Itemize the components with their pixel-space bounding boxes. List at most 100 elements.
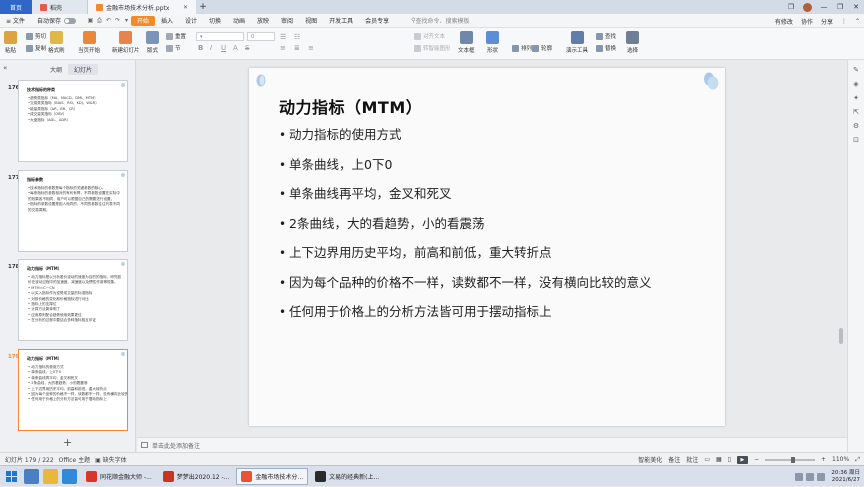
normal-view-icon[interactable]: ▭ — [704, 456, 710, 463]
menu-design[interactable]: 设计 — [179, 16, 203, 25]
collapse-panel-icon[interactable]: « — [3, 64, 7, 72]
transition-icon[interactable]: ⊡ — [852, 136, 860, 144]
new-tab-button[interactable]: + — [196, 0, 210, 14]
collaborate-button[interactable]: 协作 — [801, 17, 813, 26]
smart-beautify-button[interactable]: 智能美化 — [638, 455, 662, 464]
menu-transition[interactable]: 切换 — [203, 16, 227, 25]
avatar[interactable] — [803, 2, 812, 12]
paste-button[interactable]: 粘贴 — [4, 31, 17, 54]
comments-button[interactable]: 批注 — [686, 455, 698, 464]
notes-bar[interactable]: 单击此处添加备注 — [137, 437, 847, 452]
presentation-tools-button[interactable]: 演示工具 — [566, 31, 588, 54]
align-right-icon[interactable]: ≡ — [308, 44, 314, 52]
align-center-icon[interactable]: ≣ — [294, 44, 300, 52]
select-button[interactable]: 选择 — [626, 31, 639, 54]
cut-button[interactable]: 剪切 — [26, 32, 46, 40]
menu-insert[interactable]: 插入 — [155, 16, 179, 25]
slide-thumbnail-176[interactable]: 技术指标的种类 •趋势类指标（MA、MACD、DMI、MTM） •交易类类指标（… — [18, 80, 128, 162]
font-color-icon[interactable]: A — [233, 44, 238, 52]
taskbar-app-document[interactable]: 文易的经典新(上... — [311, 468, 383, 485]
slide-thumbnail-179[interactable]: 动力指标（MTM） • 动力指标的使用方式 • 单条曲线，上0下0 • 单条曲线… — [18, 349, 128, 431]
italic-icon[interactable]: I — [210, 44, 212, 52]
menu-review[interactable]: 审阅 — [275, 16, 299, 25]
convert-smartart-button[interactable]: 转智能图形 — [414, 44, 451, 52]
align-text-button[interactable]: 对齐文本 — [414, 32, 445, 40]
menu-animation[interactable]: 动画 — [227, 16, 251, 25]
slide-thumbnail-177[interactable]: 指标参数 •技术指标的参数是每个指标的关键参数的核心。 •每条指标的参数相对的有… — [18, 170, 128, 252]
taskbar-app-dream[interactable]: 梦梦出2020.12 -... — [159, 468, 234, 485]
tab-docer[interactable]: 稻壳 — [32, 0, 88, 14]
menu-member[interactable]: 会员专享 — [359, 16, 395, 25]
align-left-icon[interactable]: ≡ — [280, 44, 286, 52]
font-family-select[interactable]: ▾ — [196, 32, 244, 41]
new-slide-button[interactable]: 新建幻灯片 — [112, 31, 140, 54]
menu-developer[interactable]: 开发工具 — [323, 16, 359, 25]
format-painter-button[interactable]: 格式刷 — [48, 31, 65, 54]
strikethrough-icon[interactable]: S — [245, 44, 249, 52]
tab-home[interactable]: 首页 — [0, 0, 32, 14]
modified-status[interactable]: 有修改 — [775, 17, 793, 26]
copy-button[interactable]: 复制 — [26, 44, 46, 52]
menu-view[interactable]: 视图 — [299, 16, 323, 25]
volume-icon[interactable] — [806, 472, 815, 481]
font-size-select[interactable]: 0 — [247, 32, 275, 41]
bullet-list-icon[interactable]: ☰ — [280, 33, 286, 41]
settings-icon[interactable]: ⚙ — [852, 122, 860, 130]
fit-window-icon[interactable]: ⤢ — [855, 456, 860, 464]
collapse-ribbon-icon[interactable]: ⌃ — [855, 18, 860, 25]
zoom-out-icon[interactable]: − — [754, 456, 759, 463]
share-button[interactable]: 分享 — [821, 17, 833, 26]
section-button[interactable]: 节 — [166, 44, 181, 52]
text-box-button[interactable]: 文本框 — [458, 31, 475, 54]
property-icon[interactable]: ✎ — [852, 66, 860, 74]
slide-thumbnail-178[interactable]: 动力指标（MTM） • 动力指标是以分析股价波动的速度为目的的指标，研究股价在波… — [18, 259, 128, 341]
minimize-icon[interactable]: — — [816, 3, 832, 11]
layout-icon[interactable]: ❐ — [783, 3, 799, 11]
bold-icon[interactable]: B — [198, 44, 203, 52]
browser-icon[interactable] — [62, 468, 77, 484]
close-tab-icon[interactable]: ✕ — [183, 4, 188, 11]
shape-button[interactable]: 形状 — [486, 31, 499, 54]
input-method-icon[interactable] — [817, 472, 826, 481]
more-icon[interactable]: ⋮ — [841, 18, 847, 25]
scrollbar-thumb[interactable] — [839, 328, 843, 344]
numbered-list-icon[interactable]: ☷ — [294, 33, 300, 41]
underline-icon[interactable]: U — [221, 44, 226, 52]
select-pane-icon[interactable]: ⇱ — [852, 108, 860, 116]
redo-icon[interactable]: ↷ — [113, 16, 122, 25]
maximize-icon[interactable]: ❐ — [832, 3, 848, 11]
zoom-level[interactable]: 110% — [832, 456, 849, 463]
slide-sorter-icon[interactable]: ▦ — [716, 456, 722, 463]
start-button[interactable] — [0, 467, 22, 486]
save-icon[interactable]: ▣ — [86, 16, 95, 25]
missing-font-button[interactable]: ▣ 缺失字体 — [95, 455, 127, 464]
undo-icon[interactable]: ↶ — [104, 16, 113, 25]
animation-icon[interactable]: ✦ — [852, 94, 860, 102]
dropdown-icon[interactable]: ▾ — [122, 16, 131, 25]
taskbar-app-wps-current[interactable]: 金融市场技术分... — [236, 467, 309, 485]
autosave-toggle[interactable]: 自动保存 — [31, 16, 82, 25]
zoom-slider[interactable] — [765, 456, 815, 463]
shape-style-icon[interactable]: ◈ — [852, 80, 860, 88]
taskbar-app-tonghuashun[interactable]: 同花顺金融大师 -... — [82, 468, 156, 485]
find-button[interactable]: 查找 — [596, 32, 616, 40]
print-icon[interactable]: ⎙ — [95, 16, 104, 25]
menu-slideshow[interactable]: 放映 — [251, 16, 275, 25]
file-explorer-icon[interactable] — [43, 468, 58, 484]
layout-button[interactable]: 版式 — [146, 31, 159, 54]
slide-title[interactable]: 动力指标（MTM） — [279, 94, 422, 118]
tab-current-document[interactable]: 金融市场技术分析.pptx ✕ — [88, 0, 196, 14]
reading-view-icon[interactable]: ▯ — [728, 456, 731, 463]
command-search[interactable]: ⚲ 查找命令、搜索模板 — [411, 16, 469, 25]
add-slide-button[interactable]: + — [63, 436, 72, 449]
clock[interactable]: 20:36 周日 2021/6/27 — [831, 470, 860, 484]
tab-slides[interactable]: 幻灯片 — [68, 63, 99, 75]
slideshow-play-icon[interactable]: ▶ — [736, 455, 748, 464]
replace-button[interactable]: 替换 — [596, 44, 616, 52]
slide-body[interactable]: • 动力指标的使用方式 • 单条曲线，上0下0 • 单条曲线再平均，金叉和死叉 … — [279, 126, 699, 333]
close-window-icon[interactable]: ✕ — [848, 3, 864, 11]
vertical-scrollbar[interactable] — [838, 66, 844, 431]
arrange-button[interactable]: 排列 — [512, 44, 532, 52]
reset-button[interactable]: 重置 — [166, 32, 186, 40]
start-from-current-button[interactable]: 当页开始 — [78, 31, 100, 54]
